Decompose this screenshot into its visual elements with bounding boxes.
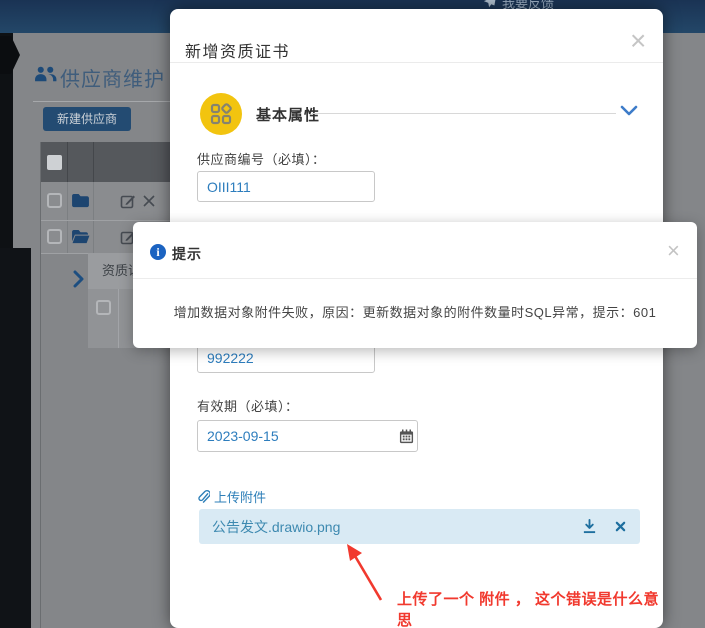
alert-divider [133, 278, 697, 279]
download-icon[interactable] [582, 519, 597, 534]
app-root: 我要反馈 供应商维护 新建供应商 [0, 0, 705, 628]
folder-open-icon[interactable] [71, 229, 90, 244]
dialog-close-button[interactable]: × [630, 27, 646, 55]
attachment-filename: 公告发文.drawio.png [212, 517, 582, 537]
alert-popup: i 提示 × 增加数据对象附件失败，原因：更新数据对象的附件数量时SQL异常，提… [133, 222, 697, 348]
valid-date-value: 2023-09-15 [207, 428, 279, 444]
valid-date-input[interactable]: 2023-09-15 [197, 420, 418, 452]
alert-close-button[interactable]: × [667, 240, 680, 262]
paperclip-icon [197, 490, 210, 504]
collapsed-sidebar-lower [0, 248, 31, 628]
supplier-no-input[interactable]: OIII111 [197, 171, 375, 202]
annotation-arrow [335, 540, 395, 605]
attachment-row: 公告发文.drawio.png [199, 509, 640, 544]
table-left-border [40, 142, 41, 628]
row-checkbox[interactable] [47, 193, 62, 208]
supplier-no-label: 供应商编号（必填）： [197, 149, 326, 168]
alert-title: 提示 [172, 244, 202, 264]
section-icon-badge [200, 93, 242, 135]
paper-plane-icon [483, 0, 497, 9]
page-title: 供应商维护 [60, 63, 165, 92]
delete-x-icon[interactable] [142, 194, 156, 208]
calendar-icon[interactable] [399, 429, 414, 444]
section-title: 基本属性 [256, 104, 320, 125]
new-supplier-button[interactable]: 新建供应商 [43, 107, 131, 131]
section-divider [312, 113, 616, 114]
folder-closed-icon[interactable] [71, 193, 90, 208]
remove-attachment-icon[interactable] [615, 521, 626, 532]
annotation-text: 上传了一个 附件 ， 这个错误是什么意思 [397, 588, 663, 628]
expand-row-chevron[interactable] [72, 270, 84, 288]
suppliers-icon [34, 66, 57, 85]
dialog-header-divider [170, 62, 663, 63]
valid-date-label: 有效期（必填）： [197, 396, 299, 415]
select-all-checkbox[interactable] [47, 155, 62, 170]
dialog-title: 新增资质证书 [185, 38, 290, 62]
app-grid-icon [210, 103, 232, 125]
info-icon: i [150, 244, 166, 260]
upload-attachment-link[interactable]: 上传附件 [197, 487, 266, 506]
alert-message: 增加数据对象附件失败，原因：更新数据对象的附件数量时SQL异常，提示：601 [163, 302, 667, 321]
upload-link-label: 上传附件 [214, 487, 266, 506]
edit-icon[interactable] [120, 193, 136, 209]
nested-row-checkbox[interactable] [96, 300, 111, 315]
sidebar-collapse-handle[interactable] [0, 36, 20, 74]
chevron-down-icon[interactable] [620, 105, 638, 117]
row-checkbox[interactable] [47, 229, 62, 244]
